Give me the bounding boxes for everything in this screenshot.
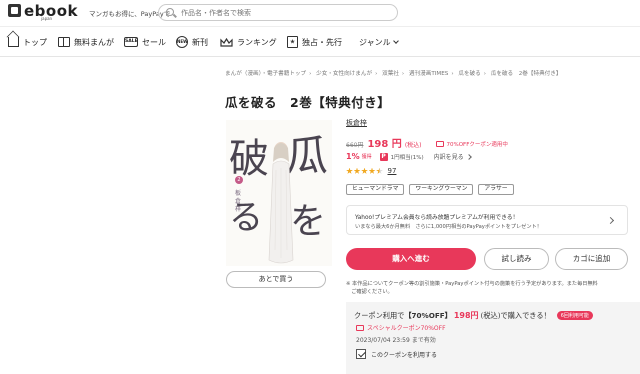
- logo-sub: japan: [41, 16, 53, 21]
- points-percent: 1%: [346, 152, 360, 161]
- notice-line: ご確認ください。: [346, 289, 393, 295]
- notice-line: ※ 本作品についてクーポン等の割引施策・PayPayポイント付与の施策を行う予定…: [346, 281, 598, 287]
- chevron-down-icon: [392, 37, 399, 44]
- star-icon: [346, 167, 353, 174]
- book-icon: [58, 37, 70, 47]
- coupon-title: クーポン利用で 【70%OFF】 198円 (税込)で購入できる！ 6回利用可能: [354, 310, 593, 321]
- search-input[interactable]: [181, 7, 381, 18]
- rating: 97: [346, 167, 396, 175]
- crown-icon: [220, 37, 233, 47]
- logo-mark-icon: [8, 4, 21, 17]
- yahoo-banner-line2: いまなら最大6か月無料 さらに1,000円相当のPayPayポイントをプレゼント…: [355, 224, 542, 230]
- nav-item-new[interactable]: NEW 新刊: [176, 35, 208, 49]
- new-icon: NEW: [176, 36, 188, 48]
- coupon-panel: クーポン利用で 【70%OFF】 198円 (税込)で購入できる！ 6回利用可能…: [346, 302, 640, 374]
- star-icon: [361, 167, 368, 174]
- page-title: 瓜を破る 2巻【特典付き】: [225, 95, 391, 110]
- nav-item-label: 新刊: [192, 37, 208, 47]
- points-row: 1% 獲得 P 1円相当(1%) 内訳を見る: [346, 152, 472, 161]
- points-pay-label: 1円相当(1%): [390, 154, 424, 161]
- notice-text: ※ 本作品についてクーポン等の割引施策・PayPayポイント付与の施策を行う予定…: [346, 280, 638, 296]
- points-suffix: 獲得: [361, 154, 372, 160]
- chevron-right-icon: [465, 153, 472, 160]
- breadcrumb-item[interactable]: 双葉社: [382, 71, 399, 77]
- usage-count-badge: 6回利用可能: [556, 311, 593, 320]
- cover-author: 板倉梓: [235, 190, 242, 213]
- half-star-icon: [376, 167, 383, 174]
- breadcrumb-current: 瓜を破る 2巻【特典付き】: [490, 71, 562, 77]
- use-coupon-label: このクーポンを利用する: [371, 351, 438, 359]
- breadcrumb-item[interactable]: 少女・女性向けまんが: [316, 71, 372, 77]
- nav-item-top[interactable]: トップ: [8, 35, 47, 49]
- tax-included: (税込): [404, 142, 422, 149]
- exclusive-star-icon: [287, 36, 298, 48]
- chevron-right-icon: [606, 216, 615, 225]
- use-coupon-checkbox-row[interactable]: このクーポンを利用する: [356, 349, 437, 359]
- nav-item-label: 独占・先行: [302, 37, 342, 47]
- nav-item-label: 無料まんが: [74, 37, 114, 47]
- use-coupon-checkbox[interactable]: [356, 349, 366, 359]
- genre-tags: ヒューマンドラマ ワーキングウーマン アラサー: [346, 184, 519, 195]
- nav-item-label: トップ: [23, 37, 47, 47]
- cover-title-char: 破: [229, 136, 269, 182]
- nav-item-label: ジャンル: [359, 37, 391, 47]
- nav-item-sale[interactable]: SALE セール: [124, 35, 166, 49]
- review-count-link[interactable]: 97: [388, 167, 397, 175]
- star-icon: [368, 167, 376, 174]
- genre-tag[interactable]: ワーキングウーマン: [409, 184, 474, 195]
- home-icon: [8, 37, 19, 47]
- genre-tag[interactable]: アラサー: [478, 184, 514, 195]
- search-icon[interactable]: [166, 8, 174, 16]
- coupon-title-off: 【70%OFF】: [404, 310, 452, 320]
- coupon-icon: [356, 324, 364, 331]
- yahoo-banner-line1: Yahoo!プレミアム会員なら読み放題プレミアムが利用できる！: [355, 215, 519, 221]
- breadcrumb: まんが（漫画）・電子書籍トップ › 少女・女性向けまんが › 双葉社 › 週刊漫画TI…: [225, 71, 562, 77]
- sale-icon: SALE: [124, 37, 138, 47]
- buy-later-button[interactable]: あとで買う: [226, 271, 326, 288]
- main-nav: トップ 無料まんが SALE セール NEW 新刊 ランキング 独占・先行 ジャ…: [0, 27, 640, 57]
- price-row: 660円 198 円 (税込) 70%OFFクーポン適用中: [346, 135, 508, 150]
- trial-read-button[interactable]: 試し読み: [484, 248, 549, 270]
- nav-item-label: セール: [142, 37, 166, 47]
- nav-item-ranking[interactable]: ランキング: [220, 35, 277, 49]
- nav-item-label: ランキング: [237, 37, 277, 47]
- paypay-icon: P: [379, 152, 388, 161]
- coupon-name-text: スペシャルクーポン70%OFF: [367, 325, 446, 332]
- genre-tag[interactable]: ヒューマンドラマ: [346, 184, 405, 195]
- yahoo-premium-banner[interactable]: Yahoo!プレミアム会員なら読み放題プレミアムが利用できる！ いまなら最大6か…: [346, 205, 628, 235]
- search-box[interactable]: [158, 4, 398, 21]
- breadcrumb-item[interactable]: まんが（漫画）・電子書籍トップ: [225, 71, 306, 77]
- add-to-cart-button[interactable]: カゴに追加: [555, 248, 628, 270]
- coupon-price: 198円: [453, 311, 479, 320]
- nav-item-exclusive[interactable]: 独占・先行: [287, 35, 342, 49]
- author-link[interactable]: 板倉梓: [346, 118, 367, 128]
- breadcrumb-item[interactable]: 週刊漫画TIMES: [409, 71, 448, 77]
- points-detail-link[interactable]: 内訳を見る: [433, 152, 472, 161]
- coupon-applied-label: 70%OFFクーポン適用中: [435, 140, 508, 148]
- sale-price: 198 円: [367, 139, 402, 150]
- coupon-title-suffix: (税込)で購入できる！: [480, 310, 551, 320]
- coupon-applied-text: 70%OFFクーポン適用中: [446, 142, 508, 148]
- cover-figure-illustration: [268, 142, 294, 264]
- site-header: ebook japan マンガもお得に、PayPayで: [0, 0, 640, 27]
- nav-item-free-manga[interactable]: 無料まんが: [58, 35, 114, 49]
- coupon-icon: [435, 141, 444, 147]
- star-icon: [353, 167, 361, 174]
- coupon-title-prefix: クーポン利用で: [354, 310, 405, 320]
- coupon-name: スペシャルクーポン70%OFF: [356, 323, 446, 332]
- coupon-expiry: 2023/07/04 23:59 まで有効: [356, 337, 436, 344]
- breadcrumb-item[interactable]: 瓜を破る: [458, 71, 480, 77]
- cover-image[interactable]: 破 瓜 る を 2 板倉梓: [226, 120, 332, 266]
- points-detail-label: 内訳を見る: [433, 154, 464, 161]
- proceed-to-purchase-button[interactable]: 購入へ進む: [346, 248, 476, 270]
- volume-badge: 2: [235, 176, 243, 184]
- nav-item-genre[interactable]: ジャンル: [359, 35, 399, 49]
- original-price: 660円: [346, 142, 364, 149]
